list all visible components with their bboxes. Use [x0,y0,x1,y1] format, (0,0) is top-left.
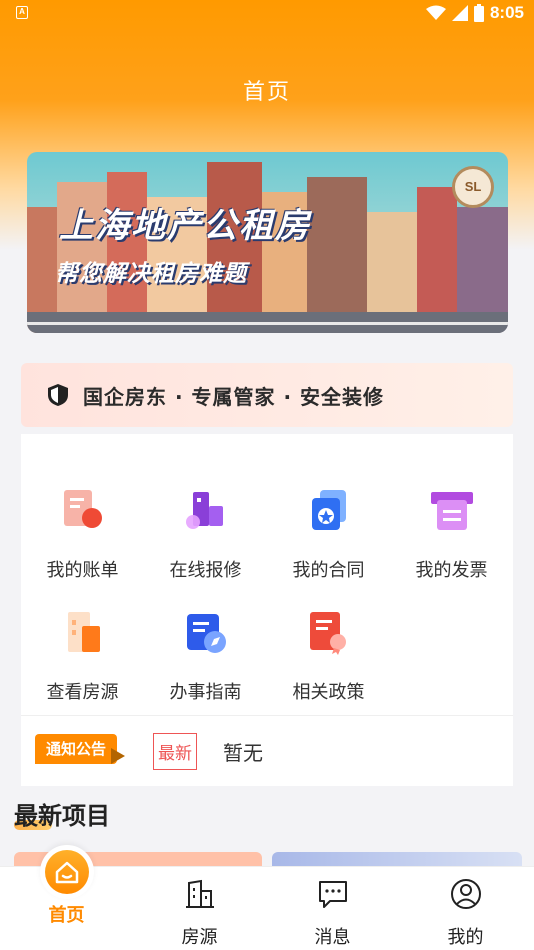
nav-messages-label: 消息 [314,927,351,948]
bottom-nav: 首页 房源 消息 我的 [0,845,534,950]
nav-profile-label: 我的 [447,927,484,948]
notice-row[interactable]: 通知公告 最新 暂无 [21,715,513,786]
menu-item-repair[interactable]: 在线报修 [144,488,267,582]
notification-icon: A [16,6,28,19]
contract-icon [311,490,346,530]
policy-icon [309,612,346,655]
nav-messages[interactable]: 消息 [266,867,399,949]
repair-icon [185,492,223,529]
invoice-icon [430,492,473,530]
bill-icon [63,490,102,528]
banner-title: 上海地产公租房 [59,206,311,246]
shield-icon [48,384,68,406]
wifi-icon [425,5,446,20]
brand-logo: SL [452,166,494,208]
slogan-bar: 国企房东 · 专属管家 · 安全装修 [21,363,513,427]
section-title: 最新项目 [14,802,110,830]
guide-icon [186,614,226,653]
notice-badge: 通知公告 [35,734,125,768]
battery-icon [473,4,484,22]
menu-item-contract[interactable]: 我的合同 [267,488,390,582]
promo-banner[interactable]: 上海地产公租房 帮您解决租房难题 SL [27,152,508,333]
page-title: 首页 [242,80,291,105]
home-icon [55,861,79,884]
menu-item-listings[interactable]: 查看房源 [21,610,144,704]
building-icon [67,612,100,652]
menu-item-invoice[interactable]: 我的发票 [390,488,513,582]
menu-item-policy[interactable]: 相关政策 [267,610,390,704]
service-menu: 我的账单 在线报修 我的合同 我的发票 查看房源 办事指南 相关政策 通知公告 … [21,434,513,786]
menu-item-guide[interactable]: 办事指南 [144,610,267,704]
nav-listings[interactable]: 房源 [133,867,266,949]
notice-text: 暂无 [223,740,263,765]
slogan-text: 国企房东 · 专属管家 · 安全装修 [83,384,385,409]
nav-listings-label: 房源 [181,927,218,948]
status-time: 8:05 [489,3,524,22]
building-icon [185,879,214,908]
signal-icon [451,5,468,21]
status-bar: A 8:05 [0,0,534,28]
menu-item-bill[interactable]: 我的账单 [21,488,144,582]
message-icon [318,881,347,908]
user-icon [450,879,481,909]
new-tag: 最新 [153,732,197,770]
banner-subtitle: 帮您解决租房难题 [55,261,247,287]
nav-profile[interactable]: 我的 [399,867,532,949]
nav-home-label: 首页 [48,905,85,926]
